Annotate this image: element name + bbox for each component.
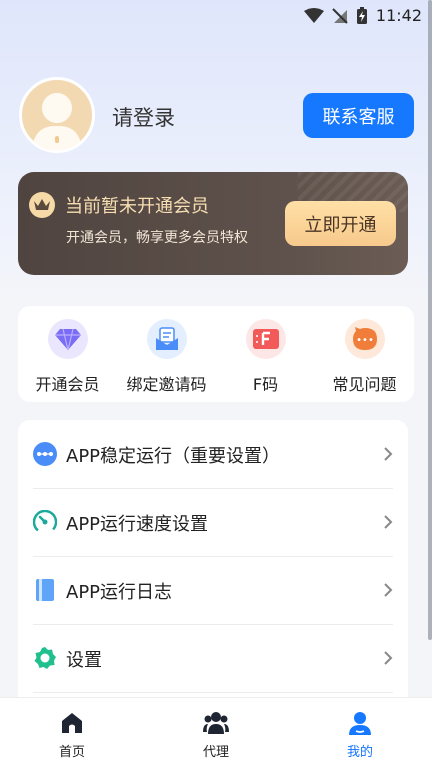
divider [33, 692, 393, 693]
nav-label: 代理 [202, 745, 229, 760]
login-prompt[interactable]: 请登录 [112, 102, 175, 132]
list-item-speed-setting[interactable]: APP运行速度设置 [18, 488, 408, 556]
quick-item-open-vip[interactable]: 开通会员 [18, 306, 117, 402]
wifi-icon [303, 7, 324, 23]
vip-subtitle: 开通会员，畅享更多会员特权 [66, 230, 248, 246]
crown-icon [29, 192, 55, 218]
list-item-label: APP运行日志 [66, 582, 173, 603]
nav-mine[interactable]: 我的 [288, 698, 432, 770]
list-item-label: APP稳定运行（重要设置） [66, 446, 281, 467]
chevron-right-icon [384, 515, 393, 529]
list-item-run-log[interactable]: APP运行日志 [18, 556, 408, 624]
nav-label: 我的 [346, 745, 373, 760]
bottom-nav: 首页 代理 我的 [0, 697, 432, 770]
avatar[interactable] [19, 77, 95, 153]
activate-vip-button[interactable]: 立即开通 [285, 201, 396, 246]
quick-actions-panel: 开通会员 绑定邀请码 F码 ••• 常见问题 [18, 306, 414, 402]
svg-text:•••: ••• [356, 335, 374, 346]
quick-item-f-code[interactable]: F码 [216, 306, 315, 402]
vip-title: 当前暂未开通会员 [65, 196, 209, 217]
default-avatar-icon [32, 93, 82, 150]
scrollbar[interactable] [428, 0, 432, 640]
stable-run-icon [33, 442, 57, 466]
speed-gauge-icon [33, 510, 57, 534]
vip-card: 当前暂未开通会员 开通会员，畅享更多会员特权 立即开通 [18, 172, 408, 275]
battery-charging-icon [356, 6, 367, 24]
quick-item-label: F码 [252, 375, 279, 394]
nav-home[interactable]: 首页 [0, 698, 144, 770]
status-time: 11:42 [375, 6, 422, 25]
quick-item-label: 常见问题 [332, 375, 397, 394]
quick-item-label: 绑定邀请码 [126, 375, 207, 394]
list-item-label: 设置 [66, 650, 102, 671]
home-icon [62, 713, 82, 733]
log-book-icon [36, 579, 54, 601]
contact-support-button[interactable]: 联系客服 [303, 93, 414, 138]
chevron-right-icon [384, 583, 393, 597]
no-signal-icon [332, 7, 348, 24]
chevron-right-icon [384, 651, 393, 665]
agent-group-icon [203, 712, 229, 734]
quick-item-faq[interactable]: ••• 常见问题 [315, 306, 414, 402]
nav-agent[interactable]: 代理 [144, 698, 288, 770]
chevron-right-icon [384, 447, 393, 461]
faq-icon: ••• [344, 319, 385, 359]
invite-mail-icon [146, 319, 187, 359]
list-item-settings[interactable]: 设置 [18, 624, 408, 692]
list-item-stable-run[interactable]: APP稳定运行（重要设置） [18, 420, 408, 488]
f-code-icon [245, 319, 286, 359]
settings-list: APP稳定运行（重要设置） APP运行速度设置 APP运行日志 设置 [18, 420, 408, 710]
nav-label: 首页 [58, 745, 85, 760]
status-bar: 11:42 [0, 0, 432, 30]
list-item-label: APP运行速度设置 [66, 514, 209, 535]
quick-item-bind-invite[interactable]: 绑定邀请码 [117, 306, 216, 402]
gear-icon [34, 647, 56, 669]
diamond-icon [47, 319, 88, 359]
quick-item-label: 开通会员 [35, 375, 100, 394]
profile-icon [349, 712, 371, 735]
